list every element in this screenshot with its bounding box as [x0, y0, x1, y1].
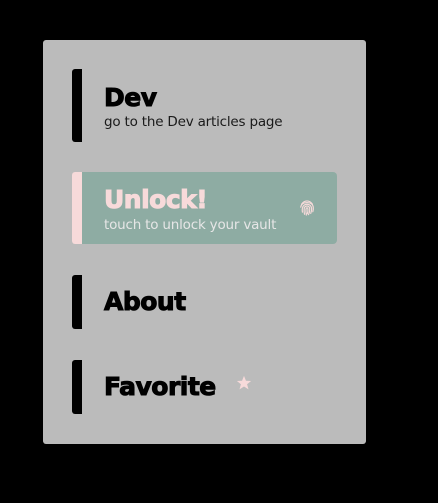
menu-item-indicator-bar [72, 69, 82, 142]
menu-item-title: About [104, 287, 187, 316]
menu-item-indicator-bar [72, 172, 82, 244]
menu-item-subtitle: touch to unlock your vault [104, 217, 277, 233]
menu-item-unlock[interactable]: Unlock! touch to unlock your vault [72, 172, 337, 244]
menu-item-indicator-bar [72, 275, 82, 329]
menu-item-title: Dev [104, 83, 158, 112]
menu-item-subtitle: go to the Dev articles page [104, 114, 283, 130]
menu-item-favorite[interactable]: Favorite [72, 360, 337, 414]
navigation-menu-panel: Dev go to the Dev articles page Unlock! … [43, 40, 366, 444]
menu-item-indicator-bar [72, 360, 82, 414]
menu-item-title: Unlock! [103, 185, 208, 214]
menu-item-dev[interactable]: Dev go to the Dev articles page [72, 69, 337, 142]
fingerprint-icon [300, 200, 314, 216]
menu-item-about[interactable]: About [72, 275, 337, 329]
menu-item-title: Favorite [104, 372, 217, 401]
star-icon [236, 375, 252, 390]
